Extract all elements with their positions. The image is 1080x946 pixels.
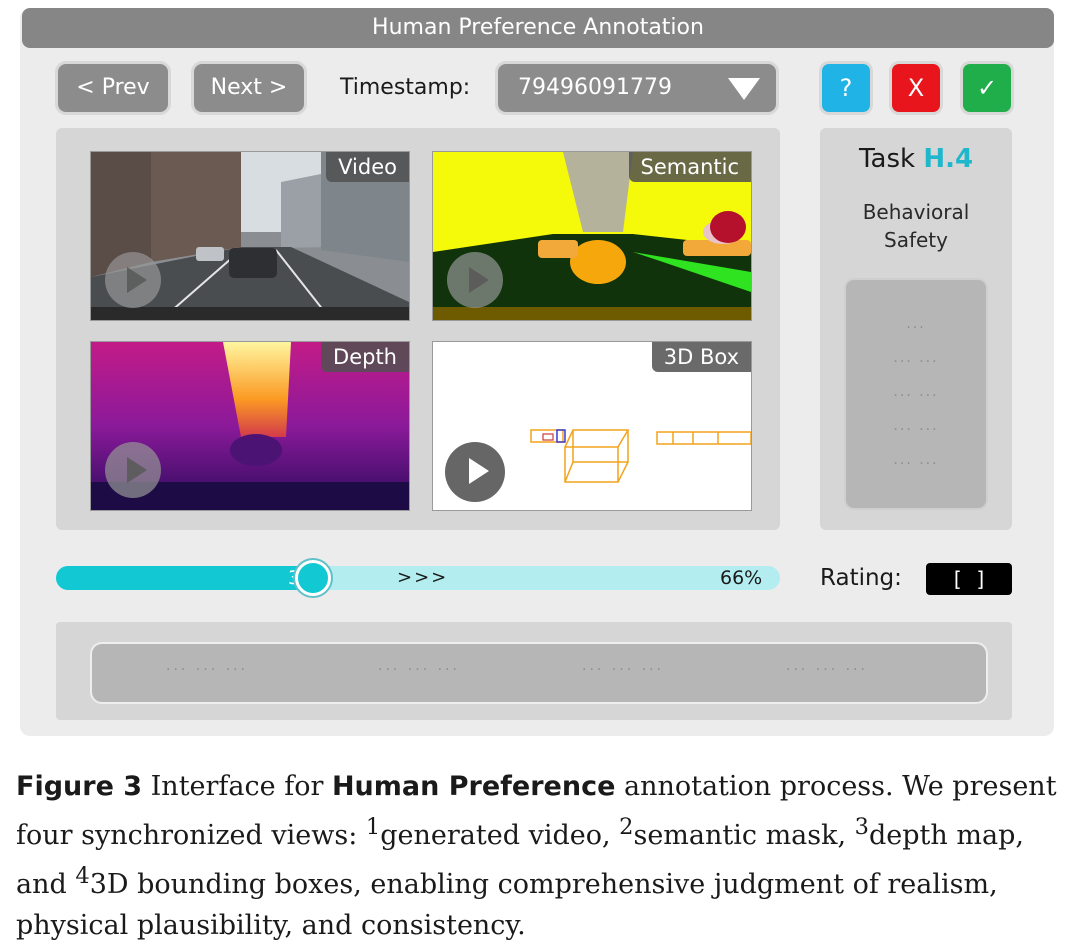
play-button[interactable]	[105, 252, 161, 308]
depth-view[interactable]: Depth	[90, 341, 410, 511]
timestamp-dropdown[interactable]: 79496091779	[498, 64, 776, 112]
task-panel: Task H.4 Behavioral Safety ··· ··· ··· ·…	[820, 128, 1012, 530]
view-label: Depth	[321, 342, 409, 372]
footnote-marker: 1	[365, 814, 381, 840]
video-view[interactable]: Video	[90, 151, 410, 321]
next-button[interactable]: Next >	[194, 64, 304, 112]
footnote-marker: 2	[619, 814, 634, 840]
footnote-marker: 3	[854, 814, 869, 840]
progress-fill	[56, 566, 312, 590]
caption-text: semantic mask,	[633, 820, 855, 851]
semantic-view[interactable]: Semantic	[432, 151, 752, 321]
caption-text: generated video,	[380, 820, 620, 851]
task-name-line: Behavioral	[862, 200, 970, 224]
progress-arrows: >>>	[397, 567, 449, 588]
help-button[interactable]: ?	[822, 64, 870, 112]
placeholder-dots: ··· ···	[893, 456, 939, 472]
caption-text: Interface for	[142, 771, 332, 802]
comment-input[interactable]: ··· ··· ··· ··· ··· ··· ··· ··· ··· ··· …	[92, 644, 986, 702]
play-icon	[127, 267, 147, 293]
task-id: H.4	[923, 144, 974, 174]
placeholder-dots: ···	[906, 320, 926, 336]
rating-label: Rating:	[820, 565, 902, 591]
placeholder-dots: ··· ··· ···	[378, 662, 460, 678]
placeholder-dots: ··· ···	[893, 422, 939, 438]
reject-button[interactable]: X	[892, 64, 940, 112]
dropdown-caret-icon	[728, 78, 760, 100]
play-button[interactable]	[447, 252, 503, 308]
play-icon	[127, 457, 147, 483]
view-label: Video	[326, 152, 409, 182]
placeholder-dots: ··· ···	[893, 354, 939, 370]
accept-button[interactable]: ✓	[963, 64, 1011, 112]
play-icon	[469, 458, 489, 484]
play-button[interactable]	[105, 442, 161, 498]
3d-box-view[interactable]: 3D Box	[432, 341, 752, 511]
view-label: 3D Box	[651, 342, 751, 372]
placeholder-dots: ··· ··· ···	[166, 662, 248, 678]
figure-label: Figure 3	[16, 771, 143, 802]
caption-bold-text: Human Preference	[331, 771, 616, 802]
play-button[interactable]	[445, 442, 505, 502]
prev-button[interactable]: < Prev	[58, 64, 168, 112]
task-name-line: Safety	[884, 228, 948, 252]
placeholder-dots: ··· ··· ···	[786, 662, 868, 678]
task-title-label: Task	[858, 144, 916, 174]
placeholder-dots: ··· ··· ···	[582, 662, 664, 678]
timestamp-value: 79496091779	[518, 75, 672, 100]
progress-right-value: 66%	[720, 567, 763, 589]
rating-input[interactable]: [ ]	[926, 563, 1012, 595]
placeholder-dots: ··· ···	[893, 388, 939, 404]
figure-caption: Figure 3 Interface for Human Preference …	[16, 766, 1064, 946]
window-title: Human Preference Annotation	[22, 8, 1054, 48]
caption-text: 3D bounding boxes, enabling comprehensiv…	[16, 869, 998, 941]
task-title: Task H.4	[820, 144, 1012, 174]
play-icon	[469, 267, 489, 293]
task-name: Behavioral Safety	[820, 198, 1012, 254]
task-criteria-box[interactable]: ··· ··· ··· ··· ··· ··· ··· ··· ···	[846, 280, 986, 508]
footnote-marker: 4	[75, 863, 90, 889]
progress-slider-handle[interactable]	[295, 560, 331, 596]
timestamp-label: Timestamp:	[340, 75, 471, 100]
view-label: Semantic	[628, 152, 751, 182]
